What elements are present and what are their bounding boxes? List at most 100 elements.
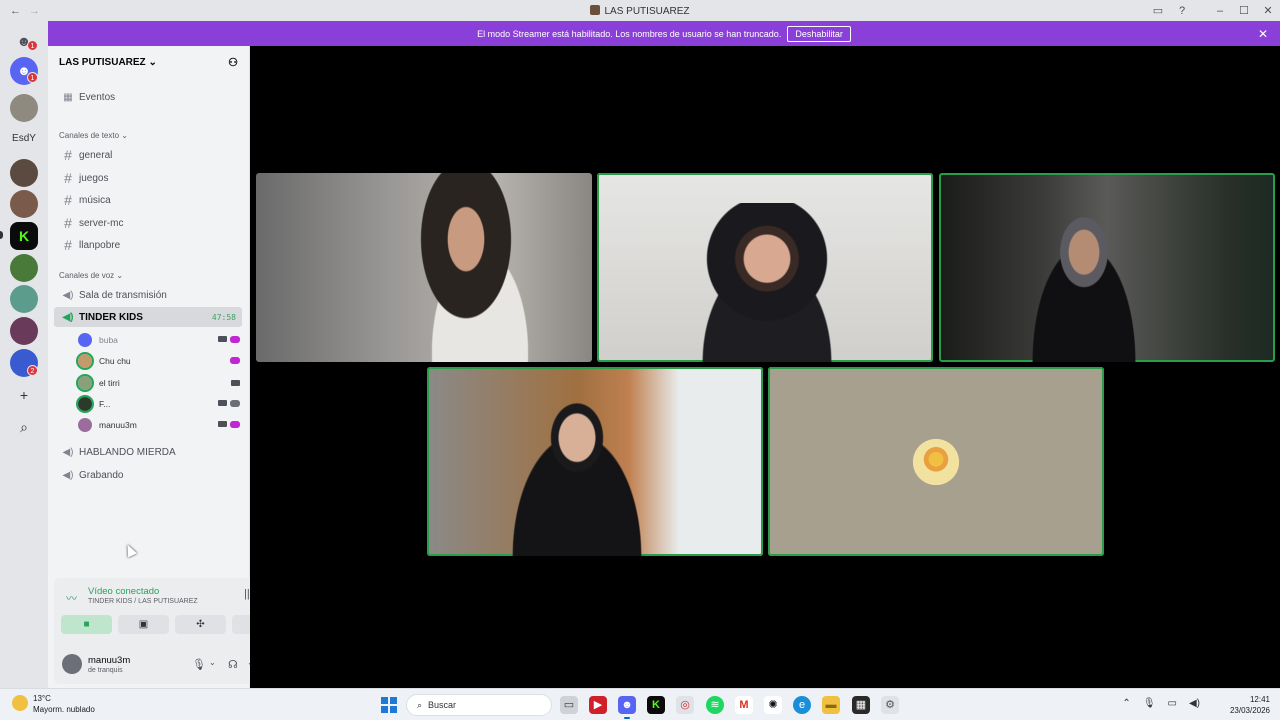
connection-signal-icon[interactable]: 〰 [66,590,77,606]
hash-icon: # [64,237,72,253]
app-red-icon[interactable]: ▶ [589,696,607,714]
gmail-app-icon[interactable]: M [735,696,753,714]
disable-streamer-button[interactable]: Deshabilitar [787,25,851,42]
username[interactable]: manuu3m [88,655,130,666]
settings-app-icon[interactable]: ⚙ [881,696,899,714]
headphones-icon[interactable]: ☊ [228,658,238,671]
explore-icon[interactable]: ⌕ [14,417,34,437]
close-button[interactable]: ✕ [1256,4,1280,17]
add-server-icon[interactable]: + [14,385,34,405]
events-item[interactable]: ▦ Eventos [54,87,242,107]
hash-icon: # [64,170,72,186]
discord-app-icon[interactable]: ☻ [618,696,636,719]
spotify-app-icon[interactable]: ≋ [706,696,724,714]
microphone-tray-icon[interactable]: 🎙︎ [1143,698,1156,709]
forward-arrow-icon[interactable]: → [29,5,40,17]
video-tile-1[interactable] [256,173,592,362]
voice-user-manuu3m[interactable]: manuu3m [78,415,242,434]
inbox-icon[interactable]: ▭ [1146,4,1170,17]
channel-label: juegos [79,172,109,184]
kick-app-icon[interactable]: K [647,696,665,714]
chrome-app-icon[interactable]: ◎ [676,696,694,714]
voice-channel-sala[interactable]: ◀) Sala de transmisión [54,285,242,305]
search-placeholder: Buscar [428,700,457,710]
channel-llanpobre[interactable]: # llanpobre [54,235,242,255]
channel-label: general [79,149,113,161]
channel-label: server-mc [79,217,124,229]
user-activity-icons [218,336,240,343]
taskbar-search[interactable]: ⌕ Buscar [406,694,552,716]
video-tile-3[interactable] [939,173,1275,362]
file-explorer-icon[interactable]: ▬ [822,696,840,714]
video-tile-5[interactable] [768,367,1104,556]
folder-label[interactable]: EsdY [10,133,38,144]
chatgpt-app-icon[interactable]: ✺ [764,696,782,714]
banner-close-icon[interactable]: ✕ [1258,27,1268,41]
server-header[interactable]: LAS PUTISUAREZ ⌄ ⚇ [48,46,249,78]
network-icon[interactable]: ▭ [1168,698,1177,709]
voice-status[interactable]: Vídeo conectado [88,586,159,597]
voice-channel-path[interactable]: TINDER KIDS / LAS PUTISUAREZ [88,598,198,605]
text-category-label[interactable]: Canales de texto ⌄ [59,131,128,140]
activities-button[interactable]: ✣ [175,615,226,634]
camera-icon [218,336,227,342]
voice-user-name: buba [99,334,118,345]
clock-time: 12:41 [1249,695,1270,704]
back-arrow-icon[interactable]: ← [10,5,21,17]
search-icon: ⌕ [417,699,423,710]
taskbar-clock[interactable]: 12:41 23/03/2026 [1230,694,1270,716]
add-member-icon[interactable]: ⚇ [228,56,238,69]
volume-icon[interactable]: ◀) [1189,698,1200,709]
server-avatar-5[interactable] [10,285,38,313]
channel-musica[interactable]: # música [54,190,242,210]
activity-icon [230,421,240,428]
avatar [78,332,92,347]
chevron-down-icon[interactable]: ⌄ [209,658,216,667]
events-label: Eventos [79,91,116,103]
voice-category-name: Canales de voz [59,271,115,280]
voice-user-chu-chu[interactable]: Chu chu [76,351,242,370]
voice-channel-hablando[interactable]: ◀) HABLANDO MIERDA [54,442,242,462]
speaker-icon: ◀) [62,311,74,323]
voice-user-f[interactable]: F... [76,394,242,413]
minimize-button[interactable]: – [1208,5,1232,17]
server-avatar-1[interactable] [10,94,38,122]
channel-server-mc[interactable]: # server-mc [54,213,242,233]
speaker-icon: ◀) [62,446,74,458]
voice-user-name: F... [99,398,111,409]
voice-user-el-tirri[interactable]: el tirri [76,373,242,392]
voice-channel-grabando[interactable]: ◀) Grabando [54,465,242,485]
chevron-up-icon[interactable]: ⌃ [1122,698,1130,709]
voice-channel-tinder-kids[interactable]: ◀) TINDER KIDS 47:58 [54,307,242,327]
banner-text: El modo Streamer está habilitado. Los no… [477,28,782,39]
server-avatar-4[interactable] [10,254,38,282]
voice-category-label[interactable]: Canales de voz ⌄ [59,271,123,280]
screen-share-button[interactable]: ▣ [118,615,169,634]
maximize-button[interactable]: ☐ [1232,4,1256,17]
participant-video [1009,193,1159,362]
help-icon[interactable]: ? [1170,5,1194,17]
chevron-down-icon: ⌄ [148,56,157,68]
window-title: LAS PUTISUAREZ [0,4,1280,17]
channel-general[interactable]: # general [54,145,242,165]
channel-juegos[interactable]: # juegos [54,168,242,188]
server-avatar-2[interactable] [10,159,38,187]
avatar[interactable] [62,654,82,674]
task-view-icon[interactable]: ▭ [560,696,578,714]
voice-user-buba[interactable]: buba [78,330,242,349]
weather-widget[interactable]: 13°C Mayorm. nublado [12,693,95,715]
user-status[interactable]: de tranquis [88,667,123,674]
microphone-icon[interactable]: 🎙︎ [192,658,206,671]
channel-sidebar: LAS PUTISUAREZ ⌄ ⚇ ▦ Eventos Canales de t… [48,46,292,688]
video-tile-4[interactable] [427,367,763,556]
server-avatar-kick[interactable]: K [10,222,38,250]
video-tile-2[interactable] [597,173,933,362]
edge-app-icon[interactable]: e [793,696,811,714]
store-app-icon[interactable]: ▦ [852,696,870,714]
server-avatar-6[interactable] [10,317,38,345]
channel-label: llanpobre [79,239,121,251]
camera-button[interactable]: ■ [61,615,112,634]
start-button[interactable] [381,697,397,713]
voice-user-name: Chu chu [99,355,131,366]
server-avatar-3[interactable] [10,190,38,218]
